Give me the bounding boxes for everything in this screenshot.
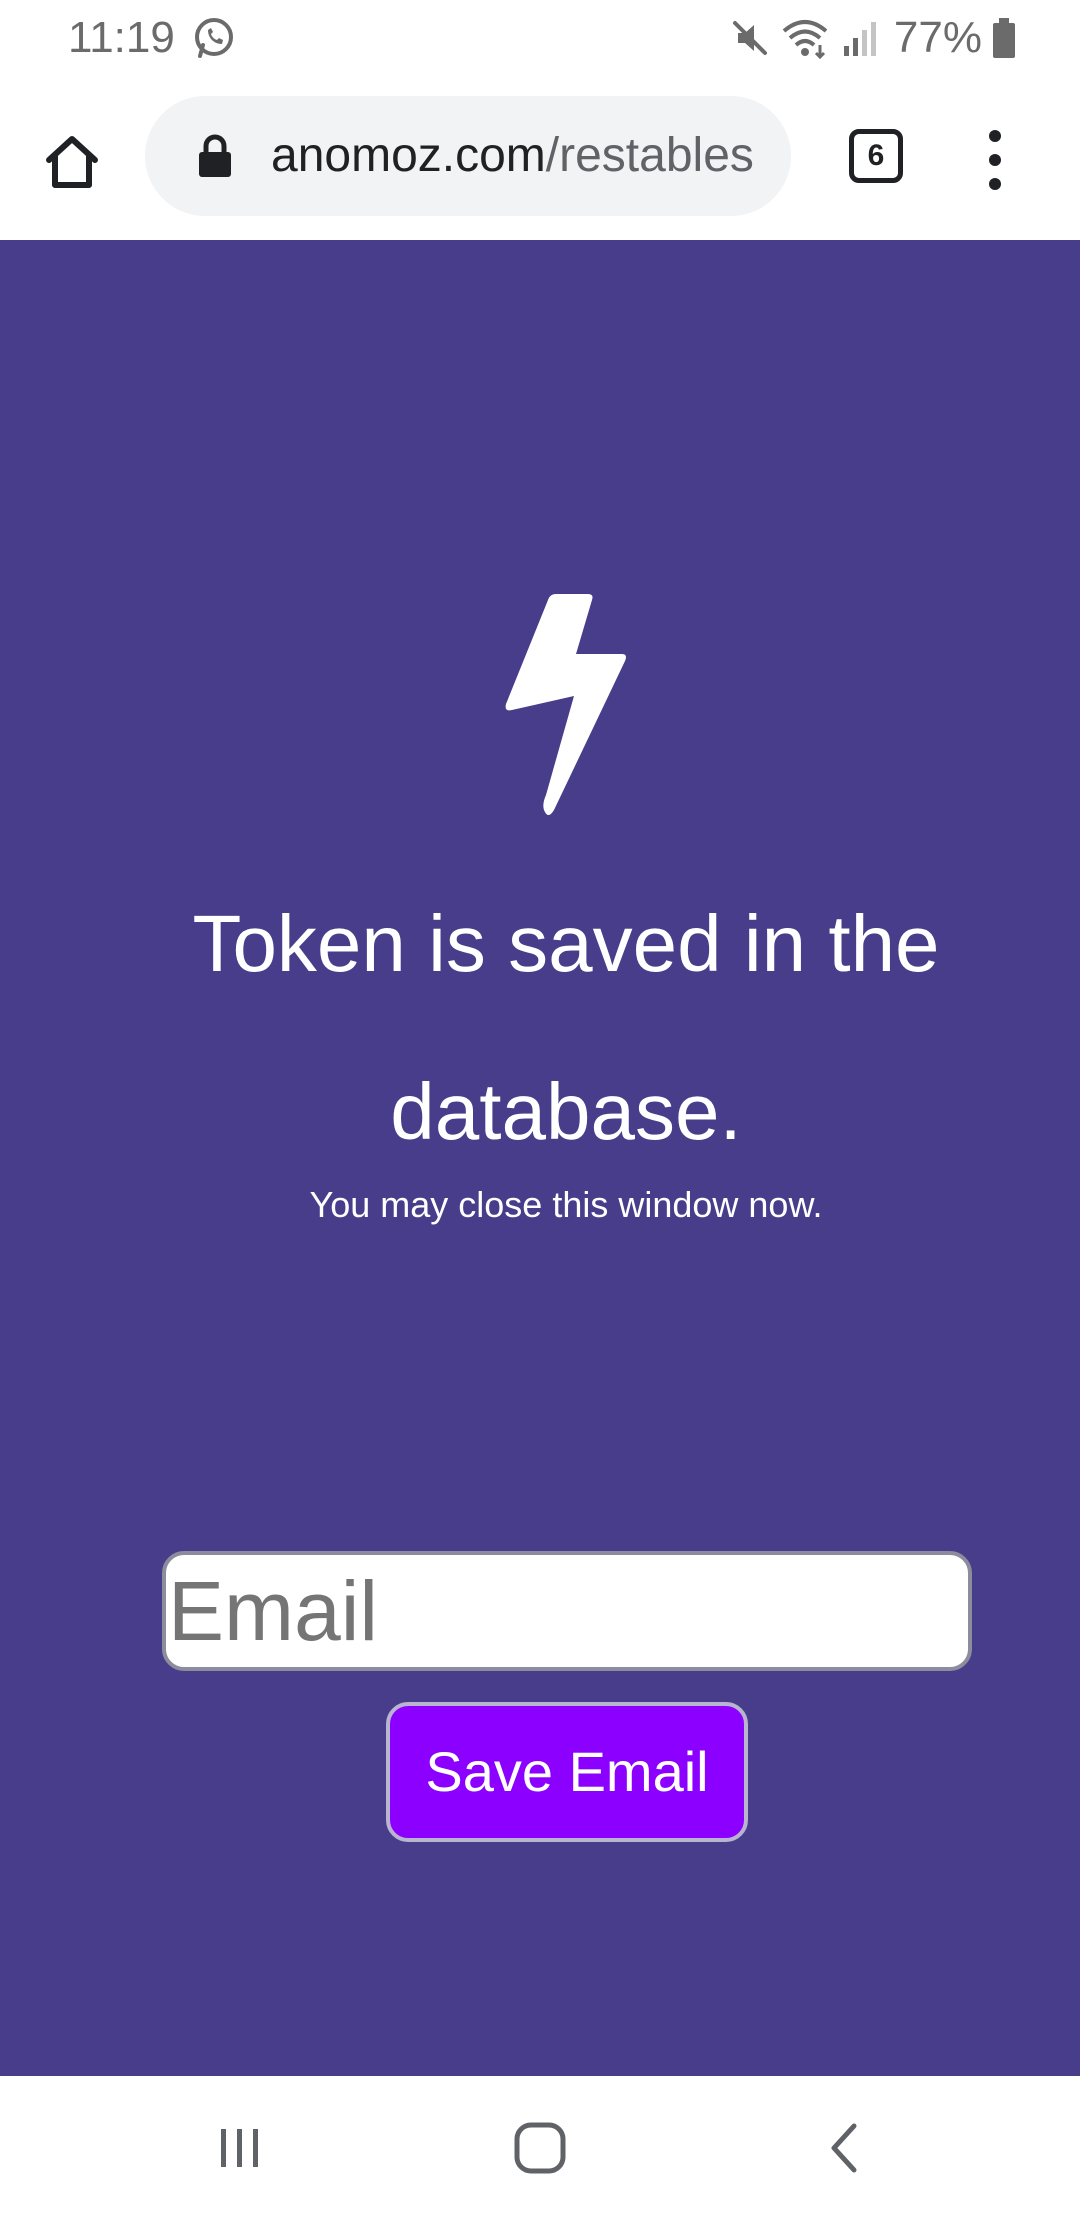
more-vert-icon [989,130,1001,142]
wifi-icon [782,20,828,59]
recents-icon [221,2129,258,2167]
browser-home-button[interactable] [36,126,108,198]
system-home-button[interactable] [500,2112,580,2184]
address-bar[interactable]: anomoz.com/restables [145,96,791,216]
save-email-button[interactable]: Save Email [386,1702,748,1842]
tab-count: 6 [867,139,885,172]
signal-icon [843,22,876,56]
page-subtext: You may close this window now. [309,1184,823,1225]
email-input[interactable] [162,1551,972,1671]
system-nav-bar [0,2076,1080,2220]
url-path: /restables [545,129,754,182]
whatsapp-icon [195,18,233,58]
home-icon [46,136,98,188]
status-icons: 77% [730,10,1016,66]
mute-icon [732,21,767,55]
home-icon [514,2122,566,2174]
status-time: 11:19 [68,13,175,62]
recents-button[interactable] [200,2112,280,2184]
web-page: Token is saved in the database. You may … [0,240,1080,2076]
url-text: anomoz.com/restables [271,96,771,216]
url-domain: anomoz.com [271,129,546,182]
lock-icon [199,134,231,177]
tab-switcher-button[interactable]: 6 [846,126,906,186]
battery-percent: 77% [893,13,982,62]
back-button[interactable] [804,2112,884,2184]
page-title: Token is saved in the database. [192,899,940,1156]
more-menu-button[interactable] [970,130,1020,190]
browser-toolbar: anomoz.com/restables 6 [0,76,1080,240]
tabs-icon: 6 [849,129,903,183]
back-icon [831,2123,857,2173]
status-bar: 11:19 77% [0,0,1080,76]
battery-icon [993,18,1015,58]
lightning-bolt-icon [505,594,626,815]
